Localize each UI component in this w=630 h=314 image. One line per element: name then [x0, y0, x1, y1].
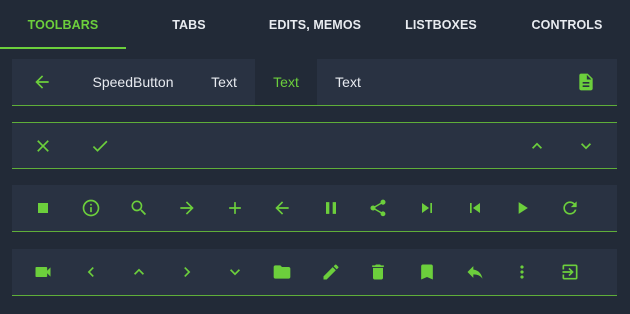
- back-button-2[interactable]: [264, 185, 300, 231]
- arrow-left-icon: [32, 72, 52, 92]
- toolbar-media: [12, 185, 617, 232]
- folder-icon: [272, 262, 292, 282]
- close-button[interactable]: [25, 123, 61, 169]
- reply-button[interactable]: [457, 249, 493, 295]
- video-camera-icon: [33, 262, 53, 282]
- text-button-2[interactable]: Text: [255, 59, 317, 105]
- chevron-left-icon: [81, 262, 101, 282]
- bookmark-button[interactable]: [409, 249, 445, 295]
- search-icon: [129, 198, 149, 218]
- search-button[interactable]: [121, 185, 157, 231]
- chevron-up-icon: [129, 262, 149, 282]
- refresh-button[interactable]: [552, 185, 588, 231]
- chevron-right-icon: [177, 262, 197, 282]
- share-icon: [368, 198, 388, 218]
- delete-button[interactable]: [360, 249, 396, 295]
- text-button-label: Text: [273, 74, 299, 90]
- text-button-label: Text: [335, 74, 361, 90]
- tab-listboxes[interactable]: LISTBOXES: [378, 0, 504, 49]
- tab-toolbars[interactable]: TOOLBARS: [0, 0, 126, 49]
- tab-label: EDITS, MEMOS: [268, 17, 362, 32]
- skip-previous-icon: [465, 198, 485, 218]
- chevron-up-icon: [527, 136, 547, 156]
- share-button[interactable]: [360, 185, 396, 231]
- video-button[interactable]: [25, 249, 61, 295]
- arrow-left-icon: [272, 198, 292, 218]
- speed-button[interactable]: SpeedButton: [82, 59, 184, 105]
- speed-button-label: SpeedButton: [92, 74, 174, 90]
- chevron-down-button-2[interactable]: [217, 249, 253, 295]
- pause-button[interactable]: [313, 185, 349, 231]
- tab-edits-memos[interactable]: EDITS, MEMOS: [252, 0, 378, 49]
- tab-label: TOOLBARS: [27, 17, 99, 32]
- stop-icon: [33, 198, 53, 218]
- bookmark-icon: [417, 262, 437, 282]
- check-button[interactable]: [82, 123, 118, 169]
- tab-controls[interactable]: CONTROLS: [504, 0, 630, 49]
- more-button[interactable]: [504, 249, 540, 295]
- trash-icon: [368, 262, 388, 282]
- tab-label: LISTBOXES: [405, 17, 477, 32]
- exit-icon: [560, 262, 580, 282]
- chevron-right-button[interactable]: [169, 249, 205, 295]
- chevron-left-button[interactable]: [73, 249, 109, 295]
- chevron-down-icon: [225, 262, 245, 282]
- toolbar-actions: [12, 249, 617, 296]
- top-tab-bar: TOOLBARS TABS EDITS, MEMOS LISTBOXES CON…: [0, 0, 630, 49]
- info-button[interactable]: [73, 185, 109, 231]
- exit-button[interactable]: [552, 249, 588, 295]
- document-icon: [576, 72, 596, 92]
- chevron-down-icon: [576, 136, 596, 156]
- edit-button[interactable]: [313, 249, 349, 295]
- arrow-right-icon: [177, 198, 197, 218]
- close-icon: [33, 136, 53, 156]
- reply-icon: [465, 262, 485, 282]
- toolbar-text-buttons: SpeedButton Text Text Text: [12, 59, 617, 106]
- tab-tabs[interactable]: TABS: [126, 0, 252, 49]
- toolbar-confirm: [12, 122, 617, 169]
- folder-button[interactable]: [264, 249, 300, 295]
- text-button-3[interactable]: Text: [317, 59, 379, 105]
- forward-button[interactable]: [169, 185, 205, 231]
- skip-next-button[interactable]: [409, 185, 445, 231]
- skip-previous-button[interactable]: [457, 185, 493, 231]
- document-button[interactable]: [568, 59, 604, 105]
- pause-icon: [321, 198, 341, 218]
- info-icon: [81, 198, 101, 218]
- refresh-icon: [560, 198, 580, 218]
- chevron-up-button[interactable]: [519, 123, 555, 169]
- text-button-1[interactable]: Text: [193, 59, 255, 105]
- text-button-label: Text: [211, 74, 237, 90]
- more-vertical-icon: [512, 262, 532, 282]
- play-button[interactable]: [504, 185, 540, 231]
- chevron-up-button-2[interactable]: [121, 249, 157, 295]
- tab-label: TABS: [172, 17, 206, 32]
- add-button[interactable]: [217, 185, 253, 231]
- check-icon: [90, 136, 110, 156]
- stop-button[interactable]: [25, 185, 61, 231]
- pencil-icon: [321, 262, 341, 282]
- tab-label: CONTROLS: [531, 17, 603, 32]
- skip-next-icon: [417, 198, 437, 218]
- play-icon: [512, 198, 532, 218]
- chevron-down-button[interactable]: [568, 123, 604, 169]
- plus-icon: [225, 198, 245, 218]
- back-button[interactable]: [24, 59, 60, 105]
